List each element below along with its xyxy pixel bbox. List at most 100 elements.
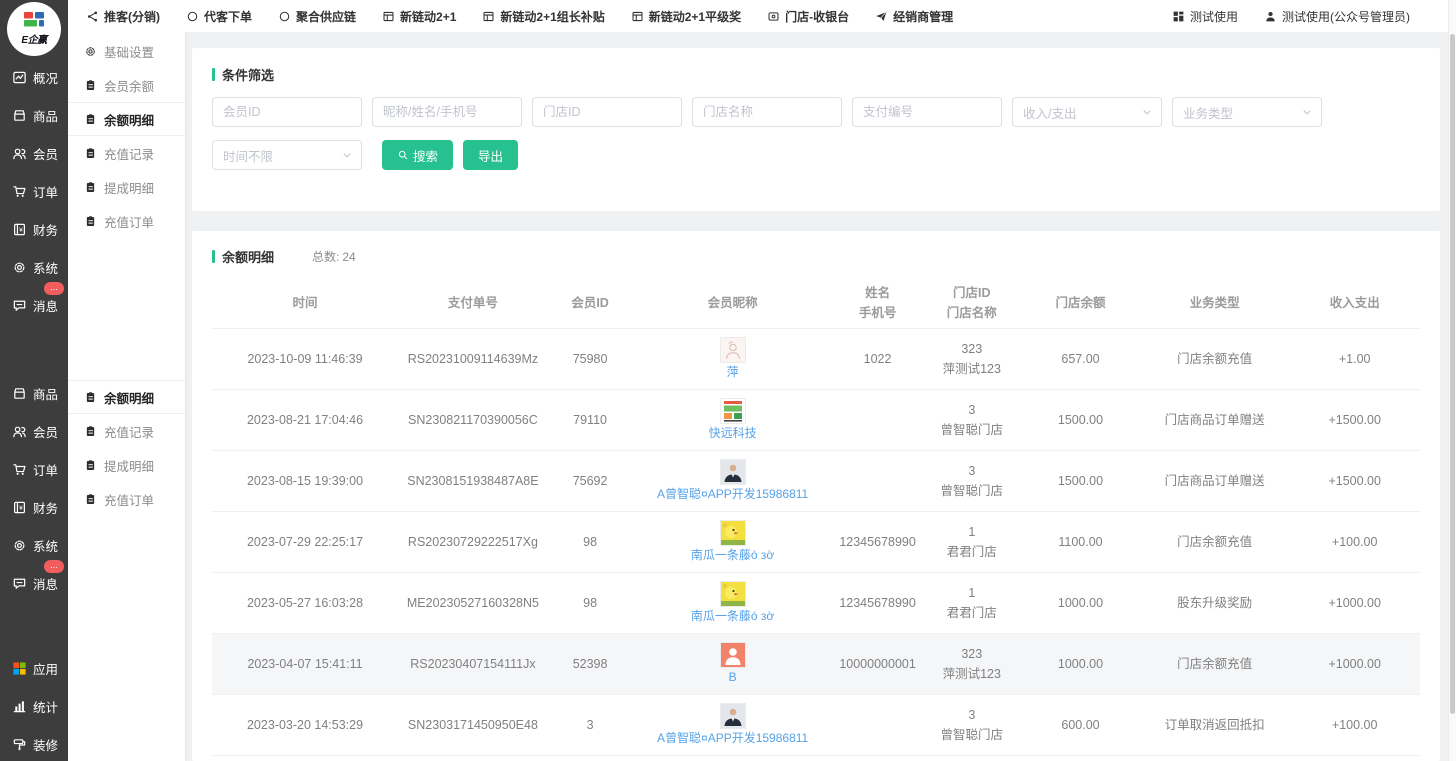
- member-nickname-link[interactable]: 快远科技: [709, 426, 757, 442]
- income-expense-select[interactable]: 收入/支出: [1012, 97, 1162, 127]
- sidebar-item[interactable]: 消息...: [0, 564, 68, 602]
- sidebar-item[interactable]: 系统: [0, 248, 68, 286]
- submenu-item[interactable]: 基础设置: [68, 34, 185, 68]
- submenu-item[interactable]: 充值订单: [68, 204, 185, 238]
- cell-store-balance: 1000.00: [1021, 654, 1139, 674]
- scrollbar-thumb[interactable]: [1450, 34, 1455, 714]
- cell-member-nickname: B: [632, 642, 833, 686]
- payment-no-input[interactable]: [852, 97, 1002, 127]
- member-nickname-link[interactable]: B: [729, 670, 737, 686]
- member-nickname-link[interactable]: A曾智聪¤APP开发15986811: [657, 731, 808, 747]
- time-range-select[interactable]: 时间不限: [212, 140, 362, 170]
- workspace-label: 测试使用: [1190, 8, 1238, 25]
- cell-income-expense: +1500.00: [1289, 471, 1419, 491]
- table-row[interactable]: 2023-08-21 17:04:46SN230821170390056C791…: [212, 389, 1420, 450]
- search-button[interactable]: 搜索: [382, 140, 453, 170]
- nickname-name-phone-input[interactable]: [372, 97, 522, 127]
- topnav-item[interactable]: 门店-收银台: [767, 8, 849, 25]
- member-id-input[interactable]: [212, 97, 362, 127]
- submenu-item[interactable]: 充值记录: [68, 136, 185, 170]
- store-name-input[interactable]: [692, 97, 842, 127]
- user-icon: [1264, 10, 1277, 23]
- sidebar-item[interactable]: 会员: [0, 134, 68, 172]
- topnav-item[interactable]: 新链动2+1: [382, 8, 456, 25]
- workspace-switcher[interactable]: 测试使用: [1172, 8, 1238, 25]
- sidebar-item[interactable]: 订单: [0, 172, 68, 210]
- app-logo[interactable]: E企赢: [7, 2, 61, 56]
- topnav-item[interactable]: 新链动2+1组长补贴: [482, 8, 604, 25]
- cell-time: 2023-08-21 17:04:46: [212, 410, 398, 430]
- submenu-item[interactable]: 提成明细: [68, 170, 185, 204]
- sidebar-item[interactable]: 商品: [0, 374, 68, 412]
- sidebar-item-label: 会员: [33, 144, 58, 163]
- sidebar-item[interactable]: 应用: [0, 649, 68, 687]
- sidebar-item[interactable]: 商品: [0, 96, 68, 134]
- sidebar-group: 商品会员订单 ¥ 财务系统消息...: [0, 374, 68, 602]
- export-button[interactable]: 导出: [463, 140, 518, 170]
- table-row[interactable]: 3: [212, 755, 1420, 761]
- store-id-input[interactable]: [532, 97, 682, 127]
- member-nickname-link[interactable]: 南瓜一条藤ó зờ: [691, 548, 774, 564]
- cell-member-nickname: 萍: [632, 337, 833, 381]
- cell-time: 2023-10-09 11:46:39: [212, 349, 398, 369]
- sidebar-item[interactable]: 概况: [0, 58, 68, 96]
- table-body: 2023-10-09 11:46:39RS20231009114639Mz759…: [212, 328, 1420, 761]
- table-row[interactable]: 2023-05-27 16:03:28ME20230527160328N598南…: [212, 572, 1420, 633]
- table-row[interactable]: 2023-08-15 19:39:00SN2308151938487A8E756…: [212, 450, 1420, 511]
- submenu-item[interactable]: 提成明细: [68, 448, 185, 482]
- finance-icon: ¥: [12, 500, 27, 515]
- sidebar-item[interactable]: 装修: [0, 725, 68, 761]
- user-account[interactable]: 测试使用(公众号管理员): [1264, 8, 1410, 25]
- sidebar-item[interactable]: ¥ 财务: [0, 488, 68, 526]
- members-icon: [12, 424, 27, 439]
- table-row[interactable]: 2023-03-20 14:53:29SN2303171450950E483A曾…: [212, 694, 1420, 755]
- member-nickname-link[interactable]: 萍: [727, 365, 739, 381]
- sidebar-item[interactable]: 会员: [0, 412, 68, 450]
- sidebar-item[interactable]: 消息...: [0, 286, 68, 324]
- submenu-item[interactable]: 充值订单: [68, 482, 185, 516]
- table-row[interactable]: 2023-07-29 22:25:17RS20230729222517Xg98南…: [212, 511, 1420, 572]
- form-icon: [482, 10, 495, 23]
- member-avatar: [720, 520, 746, 546]
- topnav-item[interactable]: 推客(分销): [86, 8, 160, 25]
- cell-name-phone: 12345678990: [833, 532, 922, 552]
- vertical-scrollbar[interactable]: [1448, 0, 1456, 761]
- topnav-item[interactable]: 代客下单: [186, 8, 252, 25]
- submenu-item[interactable]: 会员余额: [68, 68, 185, 102]
- cell-income-expense: +1500.00: [1289, 410, 1419, 430]
- table-row[interactable]: 2023-10-09 11:46:39RS20231009114639Mz759…: [212, 328, 1420, 389]
- member-nickname-link[interactable]: A曾智聪¤APP开发15986811: [657, 487, 808, 503]
- sidebar-item[interactable]: 系统: [0, 526, 68, 564]
- topnav-item[interactable]: 聚合供应链: [278, 8, 356, 25]
- sidebar-item[interactable]: 订单: [0, 450, 68, 488]
- business-type-select[interactable]: 业务类型: [1172, 97, 1322, 127]
- cell-name-phone: 12345678990: [833, 593, 922, 613]
- cell-store: 1君君门店: [922, 583, 1021, 623]
- filter-title: 条件筛选: [222, 65, 274, 84]
- submenu-item[interactable]: 余额明细: [68, 380, 185, 414]
- orders-icon: [12, 184, 27, 199]
- cell-payment-no: RS20231009114639Mz: [398, 349, 548, 369]
- member-avatar: [720, 459, 746, 485]
- column-header: 收入支出: [1289, 293, 1419, 313]
- cell-time: 2023-03-20 14:53:29: [212, 715, 398, 735]
- cell-business-type: 门店余额充值: [1140, 654, 1290, 674]
- member-nickname-link[interactable]: 南瓜一条藤ó зờ: [691, 609, 774, 625]
- submenu-item-label: 会员余额: [104, 76, 154, 95]
- gear-icon: [84, 45, 97, 58]
- submenu-item[interactable]: 余额明细: [68, 102, 185, 136]
- doc-icon: [84, 113, 97, 126]
- table-row[interactable]: 2023-04-07 15:41:11RS20230407154111Jx523…: [212, 633, 1420, 694]
- topnav-item[interactable]: 新链动2+1平级奖: [631, 8, 741, 25]
- svg-text:¥: ¥: [19, 227, 23, 234]
- topnav-item[interactable]: 经销商管理: [875, 8, 953, 25]
- sidebar-item-label: 财务: [33, 498, 58, 517]
- sidebar-item[interactable]: ¥财务: [0, 210, 68, 248]
- doc-icon: [84, 147, 97, 160]
- submenu-item-label: 充值订单: [104, 212, 154, 231]
- submenu-item[interactable]: 充值记录: [68, 414, 185, 448]
- cell-time: 2023-08-15 19:39:00: [212, 471, 398, 491]
- goods-icon: [12, 386, 27, 401]
- submenu-group: 基础设置会员余额余额明细充值记录提成明细充值订单: [68, 34, 185, 238]
- sidebar-item[interactable]: 统计: [0, 687, 68, 725]
